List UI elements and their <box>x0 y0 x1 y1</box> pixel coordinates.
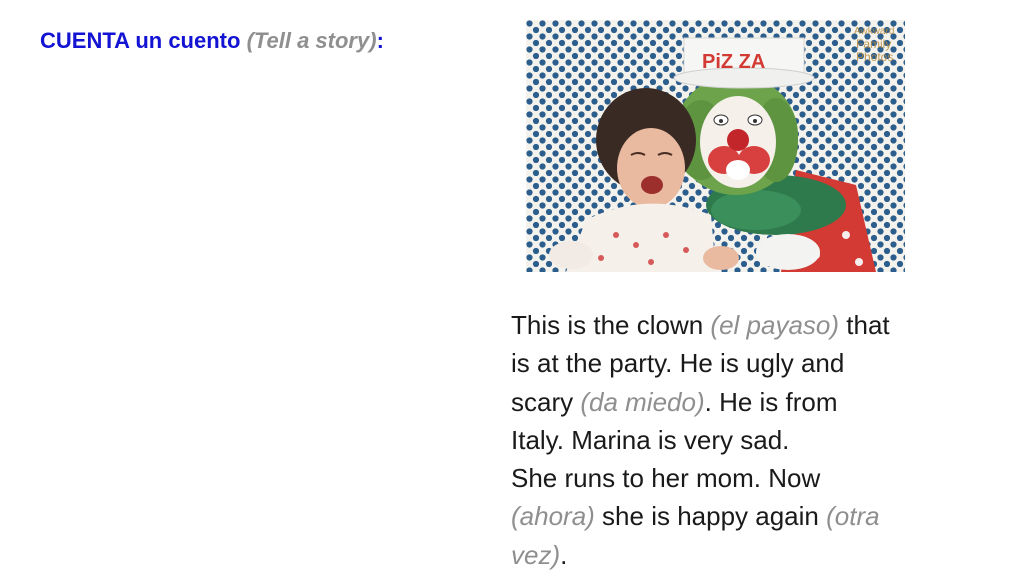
story-line: She runs to her mom. Now <box>511 463 821 494</box>
story-line: Italy. Marina is very sad. <box>511 424 790 455</box>
translation-vez: vez) <box>511 539 561 570</box>
slide-title: CUENTA un cuento (Tell a story): <box>40 28 384 54</box>
translation-da-miedo: (da miedo) <box>580 386 705 417</box>
watermark-line-3: Photos <box>856 50 893 64</box>
title-colon: : <box>376 28 384 53</box>
title-main: CUENTA un cuento <box>40 28 241 53</box>
clown-photo: PiZ ZA Awkward Family Photos <box>526 20 905 272</box>
watermark-logo: Awkward Family Photos <box>854 26 894 64</box>
translation-otra: (otra <box>826 501 880 532</box>
story-text: This is the clown (el payaso) that is at… <box>511 306 951 574</box>
slide: CUENTA un cuento (Tell a story): PiZ ZA … <box>0 0 1024 576</box>
story-line: vez). <box>511 539 568 570</box>
hat-text: PiZ ZA <box>702 51 765 73</box>
watermark-line-2: Family <box>856 37 891 51</box>
translation-el-payaso: (el payaso) <box>710 310 840 340</box>
story-line: This is the clown (el payaso) that <box>511 310 890 340</box>
story-line: is at the party. He is ugly and <box>511 348 845 379</box>
translation-ahora: (ahora) <box>511 501 595 532</box>
story-line: scary (da miedo). He is from <box>511 386 838 417</box>
title-translation: (Tell a story) <box>246 28 377 53</box>
story-line: (ahora) she is happy again (otra <box>511 501 880 532</box>
watermark-line-1: Awkward <box>854 26 894 37</box>
